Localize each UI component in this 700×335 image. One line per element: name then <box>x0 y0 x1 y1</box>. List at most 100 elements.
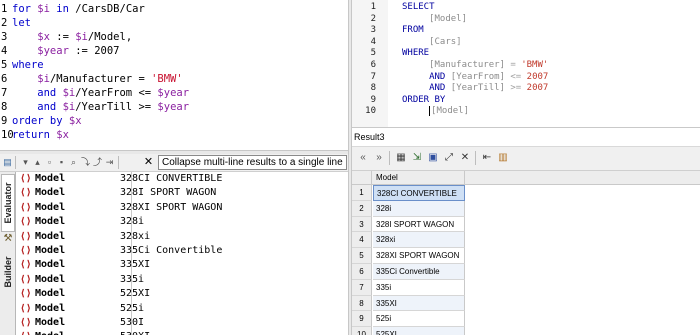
code-line[interactable]: 5 where <box>0 58 44 72</box>
sql-line[interactable]: 3 FROM <box>352 24 700 36</box>
grid-row[interactable]: 4 328xi <box>352 232 700 249</box>
tree-node-name: Model <box>35 330 65 335</box>
down-icon[interactable]: ▴ <box>32 156 43 169</box>
step-out-icon[interactable]: ⇥ <box>104 156 115 169</box>
grid-cell[interactable]: 328CI CONVERTIBLE <box>373 185 465 201</box>
grid-row[interactable]: 3 328I SPORT WAGON <box>352 216 700 233</box>
tree-row[interactable]: ⟨⟩ Model 328XI SPORT WAGON <box>16 201 348 215</box>
prev-icon[interactable]: « <box>356 151 370 165</box>
row-number[interactable]: 2 <box>352 200 372 217</box>
grid-row[interactable]: 10 525XI <box>352 327 700 335</box>
sql-line[interactable]: 4 [Cars] <box>352 36 700 48</box>
result-grid[interactable]: Model 1 328CI CONVERTIBLE 2 328i 3 328I SPORT… <box>352 171 700 335</box>
grid-view-icon[interactable]: ▦ <box>394 151 408 165</box>
row-number[interactable]: 3 <box>352 216 372 233</box>
expand-icon[interactable]: ⤢ <box>442 151 456 165</box>
tree-row[interactable]: ⟨⟩ Model 328i <box>16 215 348 229</box>
code-line[interactable]: 10return $x <box>0 128 69 142</box>
save-icon[interactable]: ▣ <box>426 151 440 165</box>
sql-line[interactable]: 5 WHERE <box>352 47 700 59</box>
row-number[interactable]: 6 <box>352 264 372 280</box>
code-line[interactable]: 3 $x := $i/Model, <box>0 30 132 44</box>
code-line[interactable]: 8 and $i/YearTill >= $year <box>0 100 189 114</box>
tree-row[interactable]: ⟨⟩ Model 328xi <box>16 230 348 244</box>
tab-result3[interactable]: Result3 <box>352 127 700 147</box>
grid-row[interactable]: 1 328CI CONVERTIBLE <box>352 185 700 201</box>
code-line[interactable]: 4 $year := 2007 <box>0 44 119 58</box>
grid-cell[interactable]: 335i <box>373 279 465 296</box>
code-line[interactable]: 1 for $i in /CarsDB/Car <box>0 2 145 16</box>
sql-token: 2007 <box>526 83 549 94</box>
grid-cell[interactable]: 328xi <box>373 232 465 249</box>
sql-line[interactable]: 9 ORDER BY <box>352 94 700 106</box>
grid-cell[interactable]: 328XI SPORT WAGON <box>373 248 465 264</box>
tree-node-name: Model <box>35 273 66 285</box>
sql-line[interactable]: 2 [Model] <box>352 13 700 25</box>
evaluator-tree[interactable]: ⟨⟩ Model 328CI CONVERTIBLE ⟨⟩ Model 328I SPOR… <box>16 172 348 335</box>
tree-row[interactable]: ⟨⟩ Model 525i <box>16 302 348 316</box>
grid-row[interactable]: 8 335XI <box>352 295 700 312</box>
grid-cell[interactable]: 328i <box>373 200 465 217</box>
tree-row[interactable]: ⟨⟩ Model 335Ci Convertible <box>16 244 348 258</box>
row-number[interactable]: 4 <box>352 232 372 249</box>
grid-cell[interactable]: 335XI <box>373 295 465 312</box>
row-number[interactable]: 8 <box>352 295 372 312</box>
tree-row[interactable]: ⟨⟩ Model 335XI <box>16 258 348 272</box>
code-line[interactable]: 7 and $i/YearFrom <= $year <box>0 86 189 100</box>
row-number[interactable]: 1 <box>352 185 372 201</box>
pin-icon[interactable]: ⇤ <box>480 151 494 165</box>
grid-cell[interactable]: 525i <box>373 311 465 328</box>
sql-line[interactable]: 1 SELECT <box>352 1 700 13</box>
xquery-editor[interactable]: 1 for $i in /CarsDB/Car 2 let 3 $x := $i/Mod… <box>0 0 348 152</box>
code-token: := <box>49 31 76 43</box>
column-header-model[interactable]: Model <box>373 171 465 185</box>
close-icon[interactable]: ✕ <box>143 156 154 169</box>
grid-row[interactable]: 9 525i <box>352 311 700 328</box>
sql-line[interactable]: 6 [Manufacturer] = 'BMW' <box>352 59 700 71</box>
grid-row[interactable]: 7 335i <box>352 279 700 296</box>
sql-text: [Model] <box>402 105 469 117</box>
tab-builder-label: Builder <box>3 256 13 288</box>
grid-cell[interactable]: 335Ci Convertible <box>373 264 465 280</box>
copy-icon[interactable]: ▫ <box>44 156 55 169</box>
row-number[interactable]: 10 <box>352 327 372 335</box>
row-number[interactable]: 7 <box>352 279 372 296</box>
grid-cell[interactable]: 525XI <box>373 327 465 335</box>
grid-row[interactable]: 6 335Ci Convertible <box>352 264 700 280</box>
tree-row[interactable]: ⟨⟩ Model 328CI CONVERTIBLE <box>16 172 348 186</box>
row-number[interactable]: 5 <box>352 248 372 264</box>
clear-icon[interactable]: ✕ <box>458 151 472 165</box>
grid-row[interactable]: 5 328XI SPORT WAGON <box>352 248 700 264</box>
tree-row[interactable]: ⟨⟩ Model 328I SPORT WAGON <box>16 186 348 200</box>
tree-row[interactable]: ⟨⟩ Model 525XI <box>16 287 348 301</box>
find-icon[interactable]: ⌕ <box>68 156 79 169</box>
step-icon[interactable]: ⤵ <box>80 156 91 169</box>
chart-icon[interactable]: ▥ <box>496 151 510 165</box>
sql-line[interactable]: 8 AND [YearTill] >= 2007 <box>352 82 700 94</box>
code-line[interactable]: 2 let <box>0 16 31 30</box>
code-text: where <box>12 59 44 71</box>
sql-line[interactable]: 10 [Model] <box>352 105 700 117</box>
grid-row[interactable]: 2 328i <box>352 200 700 217</box>
tab-builder[interactable]: Builder <box>1 246 15 298</box>
code-line[interactable]: 6 $i/Manufacturer = 'BMW' <box>0 72 183 86</box>
sql-line[interactable]: 7 AND [YearFrom] <= 2007 <box>352 71 700 83</box>
row-number[interactable]: 9 <box>352 311 372 328</box>
tree-row[interactable]: ⟨⟩ Model 530XI <box>16 330 348 335</box>
sql-editor[interactable]: 1 SELECT 2 [Model] 3 FROM 4 [Cars] 5 WHERE 6 [Ma… <box>352 0 700 127</box>
xml-element-icon: ⟨⟩ <box>20 259 32 271</box>
tree-row[interactable]: ⟨⟩ Model 530I <box>16 316 348 330</box>
paste-icon[interactable]: ▪ <box>56 156 67 169</box>
export-icon[interactable]: ⇲ <box>410 151 424 165</box>
step-over-icon[interactable]: ⤴ <box>92 156 103 169</box>
grid-cell[interactable]: 328I SPORT WAGON <box>373 216 465 233</box>
code-text: let <box>12 17 31 29</box>
grid-corner[interactable] <box>352 171 372 185</box>
up-icon[interactable]: ▾ <box>20 156 31 169</box>
tree-row[interactable]: ⟨⟩ Model 335i <box>16 273 348 287</box>
next-icon[interactable]: » <box>372 151 386 165</box>
collapse-multiline-toggle[interactable]: Collapse multi-line results to a single … <box>158 155 347 170</box>
tab-evaluator[interactable]: Evaluator <box>1 174 15 232</box>
code-line[interactable]: 9 order by $x <box>0 114 82 128</box>
filter-icon[interactable]: ▤ <box>2 156 13 169</box>
